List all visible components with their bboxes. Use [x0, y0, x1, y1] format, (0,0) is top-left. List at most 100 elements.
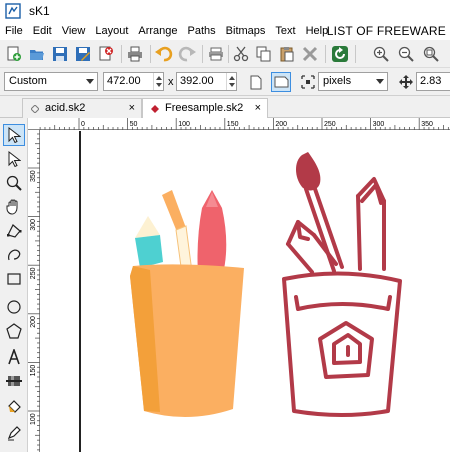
teal-pencil-shape: [135, 216, 163, 268]
save-icon[interactable]: [50, 44, 70, 64]
drawing-canvas[interactable]: [41, 131, 450, 452]
print-icon[interactable]: [125, 44, 145, 64]
outline-icon[interactable]: [3, 422, 25, 444]
horizontal-ruler[interactable]: 0 50 100 150 200 250 300 350: [28, 118, 450, 130]
units-value: pixels: [323, 75, 352, 87]
ruler-tick-label: 150: [227, 121, 239, 128]
toolbar-separator: [150, 45, 151, 63]
toolbar-separator: [355, 45, 356, 63]
new-icon[interactable]: [4, 44, 24, 64]
chevron-down-icon[interactable]: [83, 73, 97, 90]
page-format-combo[interactable]: Custom: [4, 72, 98, 91]
menu-bar: File Edit View Layout Arrange Paths Bitm…: [0, 22, 450, 40]
page-height-value: 392.00: [180, 75, 214, 87]
copy-icon[interactable]: [254, 44, 274, 64]
chevron-down-icon[interactable]: [373, 73, 387, 90]
ruler-tick-label: 150: [30, 365, 37, 377]
spin-buttons[interactable]: [226, 73, 236, 90]
zoom-fit-icon[interactable]: [421, 44, 441, 64]
select-icon[interactable]: [3, 124, 25, 146]
save-as-icon[interactable]: [73, 44, 93, 64]
tab-label: acid.sk2: [45, 102, 86, 114]
menu-bitmaps[interactable]: Bitmaps: [221, 22, 271, 40]
fill-icon[interactable]: [3, 396, 25, 418]
ruler-tick-label: 350: [421, 121, 433, 128]
bezier-icon[interactable]: [3, 244, 25, 266]
spin-buttons[interactable]: [153, 73, 163, 90]
brush-shape: [162, 190, 193, 275]
undo-icon[interactable]: [154, 44, 174, 64]
vertical-ruler[interactable]: 350 300 250 200 150 100: [28, 130, 40, 452]
ruler-tick-label: 350: [30, 170, 37, 182]
document-tabs: acid.sk2 × Freesample.sk2 ×: [0, 96, 450, 119]
units-icon: [298, 72, 318, 92]
main-toolbar: [0, 40, 450, 68]
ruler-tick-label: 250: [324, 121, 336, 128]
curve-icon[interactable]: [3, 220, 25, 242]
print-icon[interactable]: [206, 44, 226, 64]
property-bar: Custom 472.00 x 392.00 pixels 2.83: [0, 68, 450, 96]
page-width-value: 472.00: [107, 75, 141, 87]
text-icon[interactable]: [3, 346, 25, 368]
cut-icon[interactable]: [231, 44, 251, 64]
tab-close-icon[interactable]: ×: [255, 99, 261, 118]
page-height-spin[interactable]: 392.00: [176, 72, 237, 91]
ruler-tick-label: 250: [30, 267, 37, 279]
units-combo[interactable]: pixels: [318, 72, 388, 91]
ruler-tick-label: 200: [30, 316, 37, 328]
zoom-icon[interactable]: [3, 172, 25, 194]
rectangle-icon[interactable]: [3, 268, 25, 290]
document-icon: [31, 105, 39, 113]
ruler-tick-label: 300: [30, 219, 37, 231]
toolbar-separator: [202, 45, 203, 63]
delete-icon[interactable]: [300, 44, 320, 64]
toolbar-separator: [228, 45, 229, 63]
menu-text[interactable]: Text: [270, 22, 300, 40]
watermark-text: LIST OF FREEWARE: [326, 24, 446, 38]
menu-edit[interactable]: Edit: [28, 22, 57, 40]
zoom-out-icon[interactable]: [396, 44, 416, 64]
portrait-icon[interactable]: [246, 72, 266, 92]
menu-layout[interactable]: Layout: [90, 22, 133, 40]
close-document-icon[interactable]: [96, 44, 116, 64]
times-label: x: [168, 76, 174, 88]
menu-file[interactable]: File: [0, 22, 28, 40]
polygon-icon[interactable]: [3, 320, 25, 342]
ruler-tick-label: 300: [373, 121, 385, 128]
node-edit-icon[interactable]: [3, 148, 25, 170]
fleur-icon[interactable]: [3, 196, 25, 218]
page-border: [79, 131, 81, 452]
page-format-value: Custom: [9, 75, 47, 87]
gradient-icon[interactable]: [3, 370, 25, 392]
page-width-spin[interactable]: 472.00: [103, 72, 164, 91]
landscape-icon[interactable]: [271, 72, 291, 92]
refresh-icon[interactable]: [330, 44, 350, 64]
title-bar: sK1: [0, 0, 450, 22]
ruler-tick-label: 100: [178, 121, 190, 128]
brush-head-shape: [296, 152, 321, 191]
zoom-in-icon[interactable]: [371, 44, 391, 64]
nudge-icon: [396, 72, 416, 92]
window-title: sK1: [29, 4, 50, 18]
tab-freesample[interactable]: Freesample.sk2 ×: [142, 98, 268, 119]
redo-icon[interactable]: [177, 44, 197, 64]
nudge-spin[interactable]: 2.83: [416, 72, 450, 91]
tab-label: Freesample.sk2: [165, 102, 244, 114]
tab-close-icon[interactable]: ×: [129, 99, 135, 118]
menu-paths[interactable]: Paths: [183, 22, 221, 40]
ruler-tick-label: 200: [275, 121, 287, 128]
modified-document-icon: [151, 105, 159, 113]
menu-view[interactable]: View: [57, 22, 91, 40]
red-pencil-shape: [197, 190, 227, 276]
ruler-tick-label: 0: [81, 121, 85, 128]
ellipse-icon[interactable]: [3, 296, 25, 318]
open-icon[interactable]: [27, 44, 47, 64]
app-icon: [5, 3, 21, 19]
menu-arrange[interactable]: Arrange: [133, 22, 182, 40]
toolbar-separator: [121, 45, 122, 63]
outline-pencil-cup-illustration[interactable]: [276, 149, 406, 424]
colored-pencil-cup-illustration[interactable]: [126, 184, 251, 424]
paste-icon[interactable]: [277, 44, 297, 64]
ruler-tick-label: 50: [130, 121, 138, 128]
tab-acid[interactable]: acid.sk2 ×: [22, 98, 142, 118]
